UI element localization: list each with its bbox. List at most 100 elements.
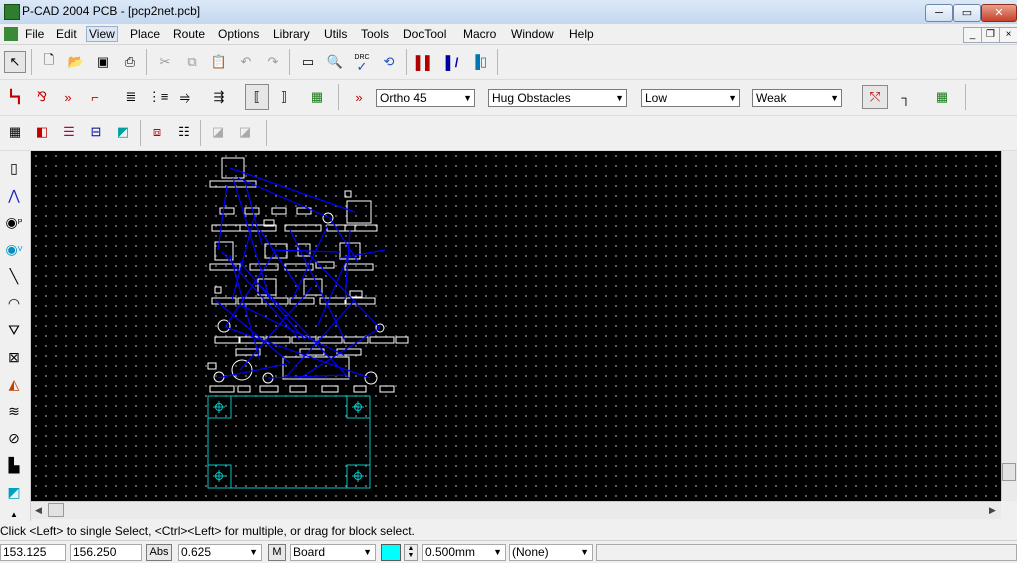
unroute-icon[interactable]: ⤲ — [862, 85, 888, 109]
strength-select[interactable]: Weak ▼ — [752, 89, 842, 107]
layer-stack-icon[interactable]: ☰ — [58, 121, 80, 143]
keepout-icon[interactable]: ⊘ — [3, 427, 25, 449]
menu-edit[interactable]: Edit — [53, 26, 80, 42]
route-autonet-icon[interactable]: » — [348, 86, 370, 108]
route-hug-icon[interactable]: ⟦ — [245, 84, 269, 110]
menu-file[interactable]: File — [22, 26, 47, 42]
place-plane-icon[interactable]: ≋ — [3, 400, 25, 422]
copy-icon[interactable]: ⧉ — [181, 51, 203, 73]
undo-icon[interactable]: ↶ — [235, 51, 257, 73]
scroll-right-icon[interactable]: ▶ — [989, 505, 996, 516]
standard-toolbar: ↖ 🗋 📂 ▣ ⎙ ✂ ⧉ 📋 ↶ ↷ ▭ 🔍 DRC ✓ ⟲ ▌▌ ▌/ ▐▯ — [0, 45, 1017, 80]
place-via-icon[interactable]: ◉ V — [3, 238, 25, 260]
route-single-icon[interactable]: ⟧ — [273, 86, 295, 108]
pcb-canvas[interactable] — [31, 151, 1001, 501]
minimize-button[interactable]: ─ — [925, 4, 953, 22]
menu-place[interactable]: Place — [127, 26, 163, 42]
x-coordinate-field[interactable]: 153.125 — [0, 544, 66, 561]
horizontal-scrollbar[interactable]: ◀ ▶ — [31, 501, 1001, 519]
reroute-icon[interactable]: ◪ — [234, 121, 256, 143]
line-width-select[interactable]: 0.500mm ▼ — [422, 544, 506, 561]
select-rect-icon[interactable]: ⧈ — [146, 121, 168, 143]
title-bar: P-CAD 2004 PCB - [pcp2net.pcb] ─ ▭ ✕ — [0, 0, 1017, 25]
layer-toolbar: ▦ ◧ ☰ ⊟ ◩ ⧈ ☷ ◪ ◪ — [0, 116, 1017, 151]
save-icon[interactable]: ▣ — [92, 51, 114, 73]
menu-utils[interactable]: Utils — [321, 26, 350, 42]
status-bar: 153.125 156.250 Abs 0.625 ▼ M Board ▼ ▲ ▼ 0… — [0, 540, 1017, 563]
place-color-icon[interactable]: ◩ — [112, 121, 134, 143]
route-interactive-icon[interactable]: » — [57, 86, 79, 108]
optimize-level-select[interactable]: Low ▼ — [641, 89, 740, 107]
menu-options[interactable]: Options — [215, 26, 262, 42]
mdi-close-button[interactable]: × — [999, 27, 1017, 43]
ortho-mode-select[interactable]: Ortho 45 ▼ — [376, 89, 475, 107]
y-coordinate-field[interactable]: 156.250 — [70, 544, 142, 561]
status-message: Click <Left> to single Select, <Ctrl><Le… — [0, 524, 415, 538]
place-pad-icon[interactable]: ◉ P — [3, 211, 25, 233]
width-spinner-icon[interactable]: ▲ ▼ — [404, 544, 418, 561]
vertical-scrollbar[interactable] — [1001, 151, 1017, 501]
route-board-icon[interactable]: ▦ — [306, 86, 328, 108]
auto-route-icon[interactable]: ◪ — [207, 121, 229, 143]
mdi-restore-button[interactable]: ❐ — [981, 27, 1000, 43]
menu-tools[interactable]: Tools — [358, 26, 392, 42]
chip-green-icon[interactable]: ▦ — [931, 86, 953, 108]
new-file-icon[interactable]: 🗋 — [38, 51, 60, 73]
grid-select[interactable]: 0.625 ▼ — [178, 544, 262, 561]
drc-icon[interactable]: DRC ✓ — [351, 51, 373, 73]
net-refresh-icon[interactable]: ⟲ — [378, 51, 400, 73]
placement-toolbar: ▯ ⋀ ◉ P ◉ V ╲ ◠ ⛛ ⊠ ◭ ≋ ⊘ ▙ ◩ ▲ — [0, 151, 31, 521]
m-toggle-button[interactable]: M — [268, 544, 286, 561]
maximize-button[interactable]: ▭ — [953, 4, 981, 22]
obstacle-mode-select[interactable]: Hug Obstacles ▼ — [488, 89, 627, 107]
route-push-icon[interactable]: ⇶ — [208, 86, 230, 108]
menu-help[interactable]: Help — [566, 26, 597, 42]
select-arrow-icon[interactable]: ↖ — [4, 51, 26, 73]
place-connection-icon[interactable]: ⋀ — [3, 184, 25, 206]
corner-icon[interactable]: ┐ — [895, 86, 917, 108]
menu-window[interactable]: Window — [508, 26, 557, 42]
measure-icon[interactable]: ▭ — [297, 51, 319, 73]
mdi-minimize-button[interactable]: _ — [963, 27, 982, 43]
horizontal-scroll-thumb[interactable] — [48, 503, 64, 517]
layer-select[interactable]: Board ▼ — [290, 544, 376, 561]
place-component-icon[interactable]: ▯ — [3, 157, 25, 179]
layer-mixed-icon[interactable]: ▐▯ — [468, 51, 490, 73]
route-bus-icon[interactable]: ⌐ — [84, 86, 106, 108]
paste-icon[interactable]: 📋 — [208, 51, 230, 73]
menu-library[interactable]: Library — [270, 26, 313, 42]
open-folder-icon[interactable]: 📂 — [65, 51, 87, 73]
place-line-icon[interactable]: ╲ — [3, 265, 25, 287]
place-copper-icon[interactable]: ◭ — [3, 373, 25, 395]
abs-toggle-button[interactable]: Abs — [146, 544, 172, 561]
close-button[interactable]: ✕ — [981, 4, 1017, 22]
list-icon[interactable]: ☷ — [173, 121, 195, 143]
route-multi-icon[interactable]: ⅋ — [31, 86, 53, 108]
menu-doctool[interactable]: DocTool — [400, 26, 449, 42]
vertical-scroll-thumb[interactable] — [1002, 463, 1016, 481]
place-polygon-icon[interactable]: ⛛ — [3, 319, 25, 341]
place-text-icon[interactable]: ▙ — [3, 454, 25, 476]
style-select[interactable]: (None) ▼ — [509, 544, 593, 561]
place-arc-icon[interactable]: ◠ — [3, 292, 25, 314]
redo-icon[interactable]: ↷ — [262, 51, 284, 73]
layers-icon[interactable]: ◧ — [31, 121, 53, 143]
layer-color-swatch[interactable] — [381, 544, 401, 561]
menu-view[interactable]: View — [86, 26, 118, 42]
route-manual-icon[interactable]: ┗┓ — [4, 86, 26, 108]
place-cutout-icon[interactable]: ⊠ — [3, 346, 25, 368]
cut-icon[interactable]: ✂ — [154, 51, 176, 73]
zoom-icon[interactable]: 🔍 — [324, 51, 346, 73]
route-fanout-icon[interactable]: ⋮≡ — [147, 86, 169, 108]
grid-table-icon[interactable]: ▦ — [4, 121, 26, 143]
layer-red-icon[interactable]: ▌▌ — [414, 51, 436, 73]
pad-icon[interactable]: ⊟ — [85, 121, 107, 143]
menu-route[interactable]: Route — [170, 26, 208, 42]
print-icon[interactable]: ⎙ — [119, 51, 141, 73]
place-field-icon[interactable]: ◩ — [3, 481, 25, 503]
menu-macro[interactable]: Macro — [460, 26, 499, 42]
scroll-left-icon[interactable]: ◀ — [35, 505, 42, 516]
route-diff-icon[interactable]: ⥤ — [174, 86, 196, 108]
route-miter-icon[interactable]: ≣ — [120, 86, 142, 108]
layer-blue-icon[interactable]: ▌/ — [441, 51, 463, 73]
